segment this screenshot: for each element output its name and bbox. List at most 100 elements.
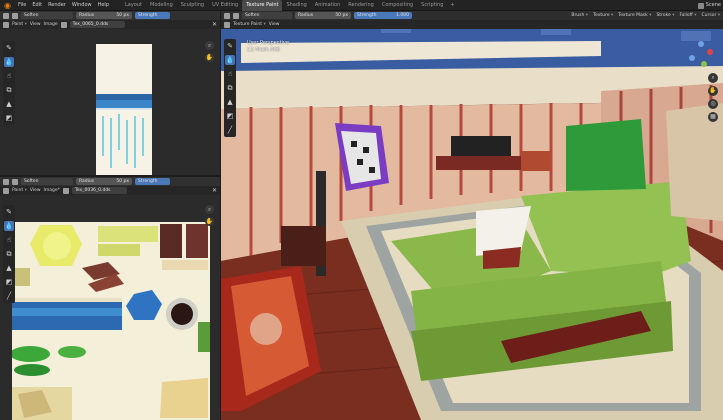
main-menu: File Edit Render Window Help <box>15 0 112 11</box>
paint-brush-icon[interactable] <box>3 178 9 185</box>
tool-settings-bottom: Soften Radius 50 px Strength <box>0 177 220 186</box>
view-menu[interactable]: View <box>269 20 280 29</box>
soften-icon[interactable]: 💧 <box>225 55 235 65</box>
smear-icon[interactable]: ☝ <box>4 71 14 81</box>
tab-sculpting[interactable]: Sculpting <box>177 0 208 11</box>
navigation-gizmo[interactable] <box>687 41 715 69</box>
brush-name-field[interactable]: Soften <box>21 178 73 185</box>
editor-type-icon[interactable] <box>3 21 9 28</box>
clone-icon[interactable]: ⧉ <box>225 83 235 93</box>
fill-icon[interactable]: ▲ <box>4 263 14 273</box>
menu-file[interactable]: File <box>15 0 29 11</box>
draw-icon[interactable]: ✎ <box>4 207 14 217</box>
brush-preview-icon[interactable] <box>12 12 18 19</box>
brush-preview-icon[interactable] <box>12 178 18 185</box>
grid-icon[interactable]: ▦ <box>708 112 718 122</box>
soften-icon[interactable]: 💧 <box>4 57 14 67</box>
view-menu[interactable]: View <box>30 186 41 195</box>
hand-icon[interactable]: ✋ <box>205 53 214 62</box>
tab-uv-editing[interactable]: UV Editing <box>208 0 242 11</box>
image-editor-header-bottom: Paint View Image* Tex_0036_0.dds ✕ <box>0 186 220 195</box>
clone-icon[interactable]: ⧉ <box>4 249 14 259</box>
mask-icon[interactable]: ◩ <box>4 113 14 123</box>
viewport-menu-brush[interactable]: Brush <box>571 11 588 20</box>
tool-settings-top: Soften Radius 50 px Strength <box>0 11 220 20</box>
neg-z-icon[interactable] <box>689 55 695 61</box>
add-workspace-icon[interactable]: + <box>447 0 457 11</box>
hand-icon[interactable]: ✋ <box>205 217 214 226</box>
tab-animation[interactable]: Animation <box>311 0 345 11</box>
hand-icon[interactable]: ✋ <box>708 86 718 96</box>
strength-field[interactable]: Strength <box>135 178 170 185</box>
mode-dropdown[interactable]: Paint <box>12 186 27 195</box>
close-image-icon[interactable]: ✕ <box>212 187 217 194</box>
tab-shading[interactable]: Shading <box>282 0 310 11</box>
close-image-icon[interactable]: ✕ <box>212 21 217 28</box>
viewport-menu-falloff[interactable]: Falloff <box>680 11 697 20</box>
draw-icon[interactable]: ✎ <box>225 41 235 51</box>
zoom-icon[interactable]: ⌕ <box>708 73 718 83</box>
fill-icon[interactable]: ▲ <box>225 97 235 107</box>
image-browse-icon[interactable] <box>60 21 67 28</box>
z-axis-icon[interactable] <box>698 41 704 47</box>
image-name-field[interactable]: Tex_0065_0.dds <box>69 21 125 28</box>
scene-label: Scene <box>705 2 721 8</box>
radius-field[interactable]: Radius 50 px <box>76 178 132 185</box>
menu-help[interactable]: Help <box>95 0 112 11</box>
fill-icon[interactable]: ▲ <box>4 99 14 109</box>
image-menu[interactable]: Image <box>44 20 58 29</box>
tab-scripting[interactable]: Scripting <box>417 0 447 11</box>
viewport-menu-texture[interactable]: Texture <box>593 11 613 20</box>
draw-icon[interactable]: ✎ <box>4 43 14 53</box>
menu-window[interactable]: Window <box>69 0 95 11</box>
menu-edit[interactable]: Edit <box>29 0 45 11</box>
viewport-menu-cursor[interactable]: Cursor <box>702 11 721 20</box>
clone-icon[interactable]: ⧉ <box>4 85 14 95</box>
radius-field[interactable]: Radius 50 px <box>76 12 132 19</box>
mode-dropdown[interactable]: Paint <box>12 20 27 29</box>
tab-layout[interactable]: Layout <box>121 0 146 11</box>
texture-image-top[interactable] <box>96 44 152 175</box>
radius-field[interactable]: Radius 50 px <box>295 12 351 19</box>
blender-logo-icon[interactable]: ◉ <box>3 1 12 10</box>
tab-modeling[interactable]: Modeling <box>146 0 177 11</box>
x-axis-icon[interactable] <box>707 49 713 55</box>
mask-icon[interactable]: ◩ <box>4 277 14 287</box>
tab-texture-paint[interactable]: Texture Paint <box>242 0 283 11</box>
tab-compositing[interactable]: Compositing <box>378 0 417 11</box>
view-menu[interactable]: View <box>30 20 41 29</box>
nav-top: ⌕ ✋ <box>205 41 214 62</box>
viewport-menu-stroke[interactable]: Stroke <box>656 11 674 20</box>
strength-field[interactable]: Strength <box>135 12 170 19</box>
image-name-field[interactable]: Tex_0036_0.dds <box>71 187 127 194</box>
annotate-icon[interactable]: ╱ <box>225 125 235 135</box>
mask-icon[interactable]: ◩ <box>225 111 235 121</box>
scene-selector[interactable]: Scene <box>697 0 721 11</box>
image-menu[interactable]: Image* <box>44 186 60 195</box>
texture-image-bottom[interactable] <box>12 222 210 420</box>
editor-type-icon[interactable] <box>224 21 230 28</box>
paint-brush-icon[interactable] <box>3 12 9 19</box>
brush-name-field[interactable]: Soften <box>242 12 292 19</box>
tab-rendering[interactable]: Rendering <box>344 0 378 11</box>
image-browse-icon[interactable] <box>62 187 69 194</box>
editor-type-icon[interactable] <box>3 187 9 194</box>
menu-render[interactable]: Render <box>45 0 69 11</box>
paint-brush-icon[interactable] <box>224 12 230 19</box>
soften-icon[interactable]: 💧 <box>4 221 14 231</box>
camera-icon[interactable]: ◎ <box>708 99 718 109</box>
brush-name-field[interactable]: Soften <box>21 12 73 19</box>
brush-preview-icon[interactable] <box>233 12 239 19</box>
smear-icon[interactable]: ☝ <box>4 235 14 245</box>
viewport-menu-texture-mask[interactable]: Texture Mask <box>618 11 651 20</box>
3d-viewport[interactable]: Soften Radius50 px Strength1.000 Brush Te… <box>221 11 723 420</box>
toolbar-top: ✎ 💧 ☝ ⧉ ▲ ◩ <box>3 41 15 125</box>
strength-field[interactable]: Strength 1.000 <box>354 12 412 19</box>
mode-dropdown[interactable]: Texture Paint <box>233 20 266 29</box>
smear-icon[interactable]: ☝ <box>225 69 235 79</box>
scene-icon <box>697 2 704 9</box>
y-axis-icon[interactable] <box>701 61 707 67</box>
zoom-icon[interactable]: ⌕ <box>205 205 214 214</box>
zoom-icon[interactable]: ⌕ <box>205 41 214 50</box>
annotate-icon[interactable]: ╱ <box>4 291 14 301</box>
